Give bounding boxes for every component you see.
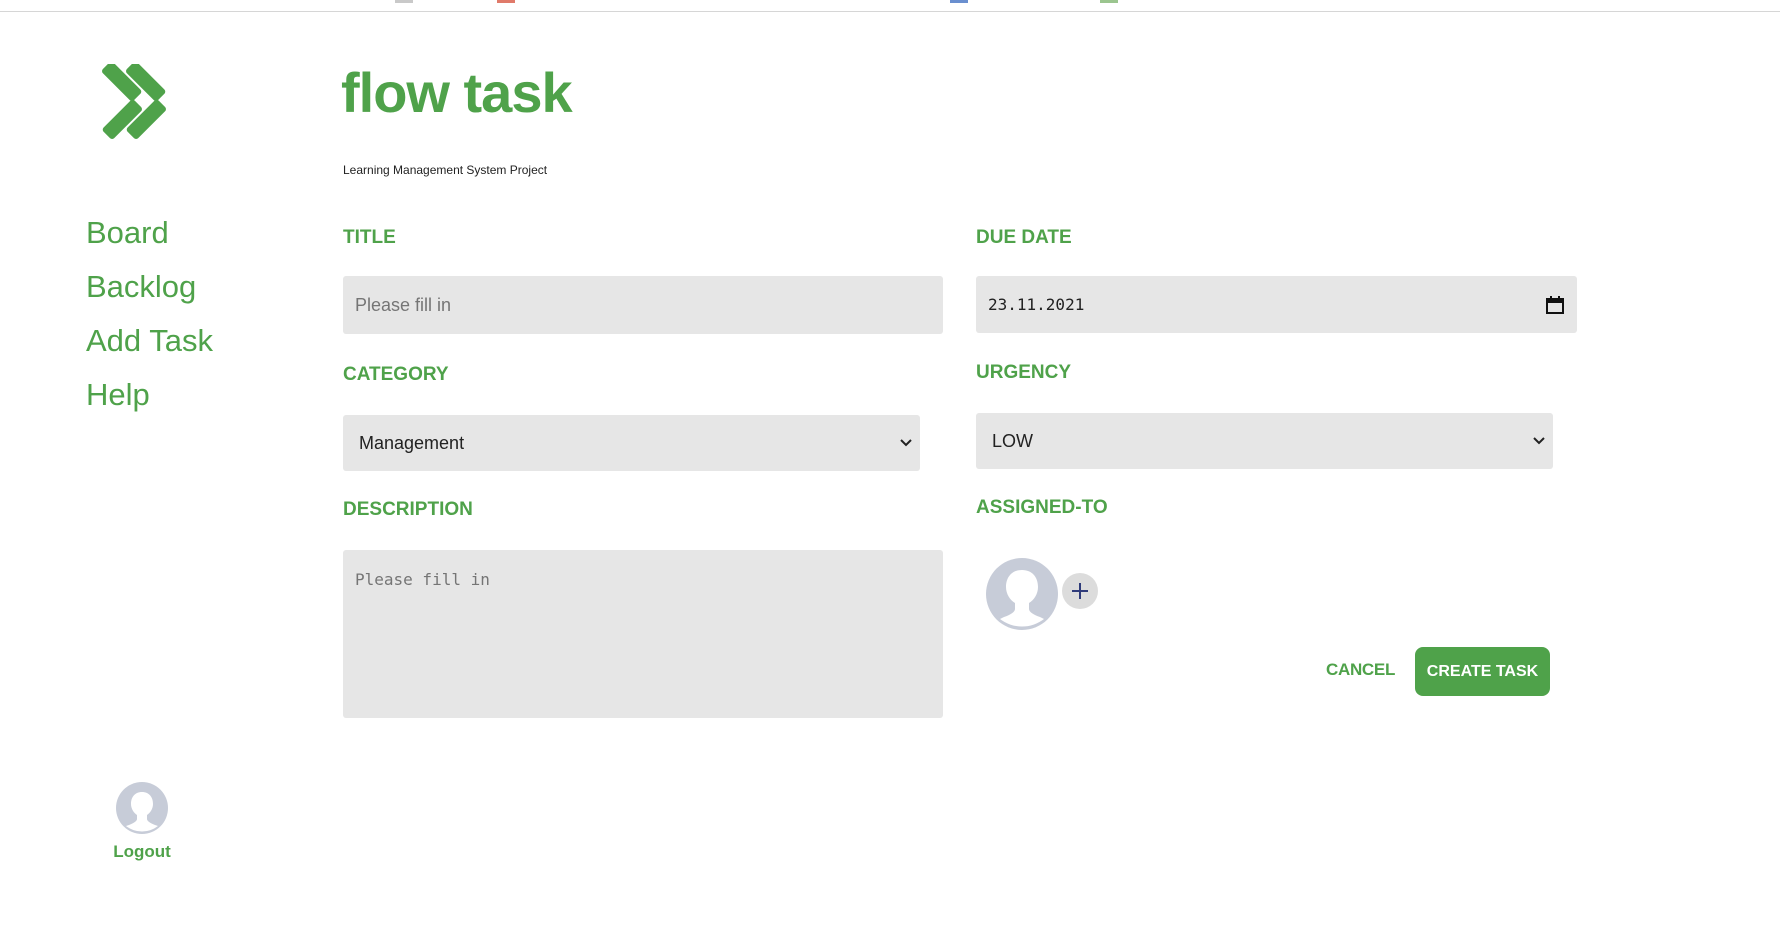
due-date-value: 23.11.2021: [988, 295, 1085, 314]
due-date-input[interactable]: 23.11.2021: [976, 276, 1577, 333]
create-task-button[interactable]: CREATE TASK: [1415, 647, 1550, 696]
logout-button[interactable]: Logout: [104, 782, 180, 862]
sidebar-nav: Board Backlog Add Task Help: [86, 206, 213, 422]
user-avatar-icon: [986, 558, 1058, 630]
page-subtitle: Learning Management System Project: [343, 163, 548, 177]
nav-item-backlog[interactable]: Backlog: [86, 260, 213, 314]
description-textarea[interactable]: Please fill in: [343, 550, 943, 718]
add-assignee-button[interactable]: [1062, 573, 1098, 609]
urgency-selected-value: LOW: [992, 430, 1034, 451]
title-label: TITLE: [343, 227, 396, 248]
tab-fragment: [395, 0, 413, 3]
logout-label: Logout: [113, 842, 171, 861]
tab-fragment: [950, 0, 968, 3]
urgency-select[interactable]: LOW: [976, 413, 1553, 469]
nav-item-help[interactable]: Help: [86, 368, 213, 422]
tab-fragment: [1100, 0, 1118, 3]
tab-fragment: [497, 0, 515, 3]
description-label: DESCRIPTION: [343, 499, 473, 520]
calendar-icon[interactable]: [1545, 295, 1565, 315]
description-placeholder: Please fill in: [355, 570, 490, 589]
due-date-label: DUE DATE: [976, 227, 1072, 248]
plus-icon: [1072, 583, 1088, 599]
browser-top-edge: [0, 0, 1780, 12]
category-select[interactable]: Management: [343, 415, 920, 471]
flow-task-logo-icon[interactable]: [98, 61, 188, 144]
app-title: flow task: [341, 61, 573, 124]
title-placeholder: Please fill in: [355, 294, 452, 315]
title-input[interactable]: Please fill in: [343, 276, 943, 334]
chevron-down-icon: [1533, 437, 1545, 445]
category-selected-value: Management: [359, 432, 465, 453]
nav-item-board[interactable]: Board: [86, 206, 213, 260]
chevron-down-icon: [900, 439, 912, 447]
category-label: CATEGORY: [343, 364, 449, 385]
assigned-to-label: ASSIGNED-TO: [976, 497, 1108, 518]
urgency-label: URGENCY: [976, 362, 1072, 383]
nav-item-add-task[interactable]: Add Task: [86, 314, 213, 368]
user-avatar-icon: [116, 782, 168, 834]
cancel-button[interactable]: CANCEL: [1326, 660, 1395, 680]
